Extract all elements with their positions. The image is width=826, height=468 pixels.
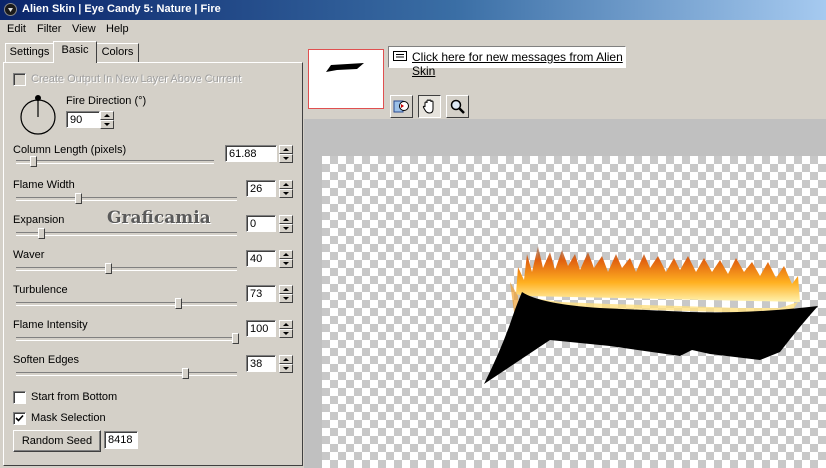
column-length-label: Column Length (pixels) bbox=[13, 144, 127, 156]
zoom-tool-button[interactable] bbox=[446, 95, 469, 118]
expansion-slider[interactable] bbox=[16, 232, 237, 236]
mask-selection-checkbox[interactable] bbox=[13, 412, 26, 425]
messages-box[interactable]: Click here for new messages from Alien S… bbox=[388, 46, 626, 78]
compare-tool-button[interactable] bbox=[390, 95, 413, 118]
hand-icon bbox=[422, 99, 434, 114]
waver-input[interactable]: 40 bbox=[246, 250, 276, 267]
flame-width-label: Flame Width bbox=[13, 179, 75, 191]
soften-edges-slider[interactable] bbox=[16, 372, 237, 376]
compare-icon bbox=[393, 100, 409, 113]
create-output-checkbox[interactable] bbox=[13, 73, 26, 86]
column-length-thumb[interactable] bbox=[30, 156, 37, 167]
waver-spinner[interactable] bbox=[279, 250, 293, 268]
flame-intensity-thumb[interactable] bbox=[232, 333, 239, 344]
message-icon bbox=[393, 51, 407, 61]
flame-width-input[interactable]: 26 bbox=[246, 180, 276, 197]
flame-intensity-input[interactable]: 100 bbox=[246, 320, 276, 337]
flame-intensity-spinner[interactable] bbox=[279, 320, 293, 338]
flame-width-spinner[interactable] bbox=[279, 180, 293, 198]
turbulence-slider[interactable] bbox=[16, 302, 237, 306]
expansion-input[interactable]: 0 bbox=[246, 215, 276, 232]
soften-edges-label: Soften Edges bbox=[13, 354, 80, 366]
fire-direction-input[interactable]: 90 bbox=[66, 111, 100, 128]
column-length-input[interactable]: 61.88 bbox=[225, 145, 277, 162]
thumbnail-shape bbox=[326, 63, 364, 72]
fire-direction-dial[interactable] bbox=[18, 94, 58, 136]
start-from-bottom-label: Start from Bottom bbox=[31, 391, 118, 403]
turbulence-label: Turbulence bbox=[13, 284, 68, 296]
waver-thumb[interactable] bbox=[105, 263, 112, 274]
flame-width-slider[interactable] bbox=[16, 197, 237, 201]
turbulence-spinner[interactable] bbox=[279, 285, 293, 303]
watermark-text: Graficamia bbox=[107, 208, 211, 228]
create-output-label: Create Output In New Layer Above Current bbox=[31, 73, 242, 85]
start-from-bottom-checkbox[interactable] bbox=[13, 391, 26, 404]
soften-edges-spinner[interactable] bbox=[279, 355, 293, 373]
zoom-icon bbox=[450, 99, 465, 114]
hand-tool-button[interactable] bbox=[418, 95, 441, 118]
soften-edges-input[interactable]: 38 bbox=[246, 355, 276, 372]
column-length-slider[interactable] bbox=[16, 160, 214, 164]
fire-direction-label: Fire Direction (°) bbox=[66, 95, 147, 107]
expansion-spinner[interactable] bbox=[279, 215, 293, 233]
column-length-spinner[interactable] bbox=[279, 145, 293, 163]
random-seed-input[interactable]: 8418 bbox=[104, 431, 138, 449]
mask-selection-label: Mask Selection bbox=[31, 412, 106, 424]
flame-intensity-slider[interactable] bbox=[16, 337, 237, 341]
turbulence-thumb[interactable] bbox=[175, 298, 182, 309]
expansion-thumb[interactable] bbox=[38, 228, 45, 239]
messages-link[interactable]: Click here for new messages from Alien S… bbox=[412, 50, 625, 78]
navigator-thumbnail[interactable] bbox=[308, 49, 384, 109]
turbulence-input[interactable]: 73 bbox=[246, 285, 276, 302]
waver-slider[interactable] bbox=[16, 267, 237, 271]
flame-intensity-label: Flame Intensity bbox=[13, 319, 88, 331]
flame-width-thumb[interactable] bbox=[75, 193, 82, 204]
expansion-label: Expansion bbox=[13, 214, 65, 226]
fire-direction-spinner[interactable] bbox=[100, 111, 114, 129]
soften-edges-thumb[interactable] bbox=[182, 368, 189, 379]
random-seed-button[interactable]: Random Seed bbox=[13, 430, 101, 452]
waver-label: Waver bbox=[13, 249, 45, 261]
fire-preview-image bbox=[484, 246, 818, 384]
checkmark-icon bbox=[15, 414, 24, 422]
